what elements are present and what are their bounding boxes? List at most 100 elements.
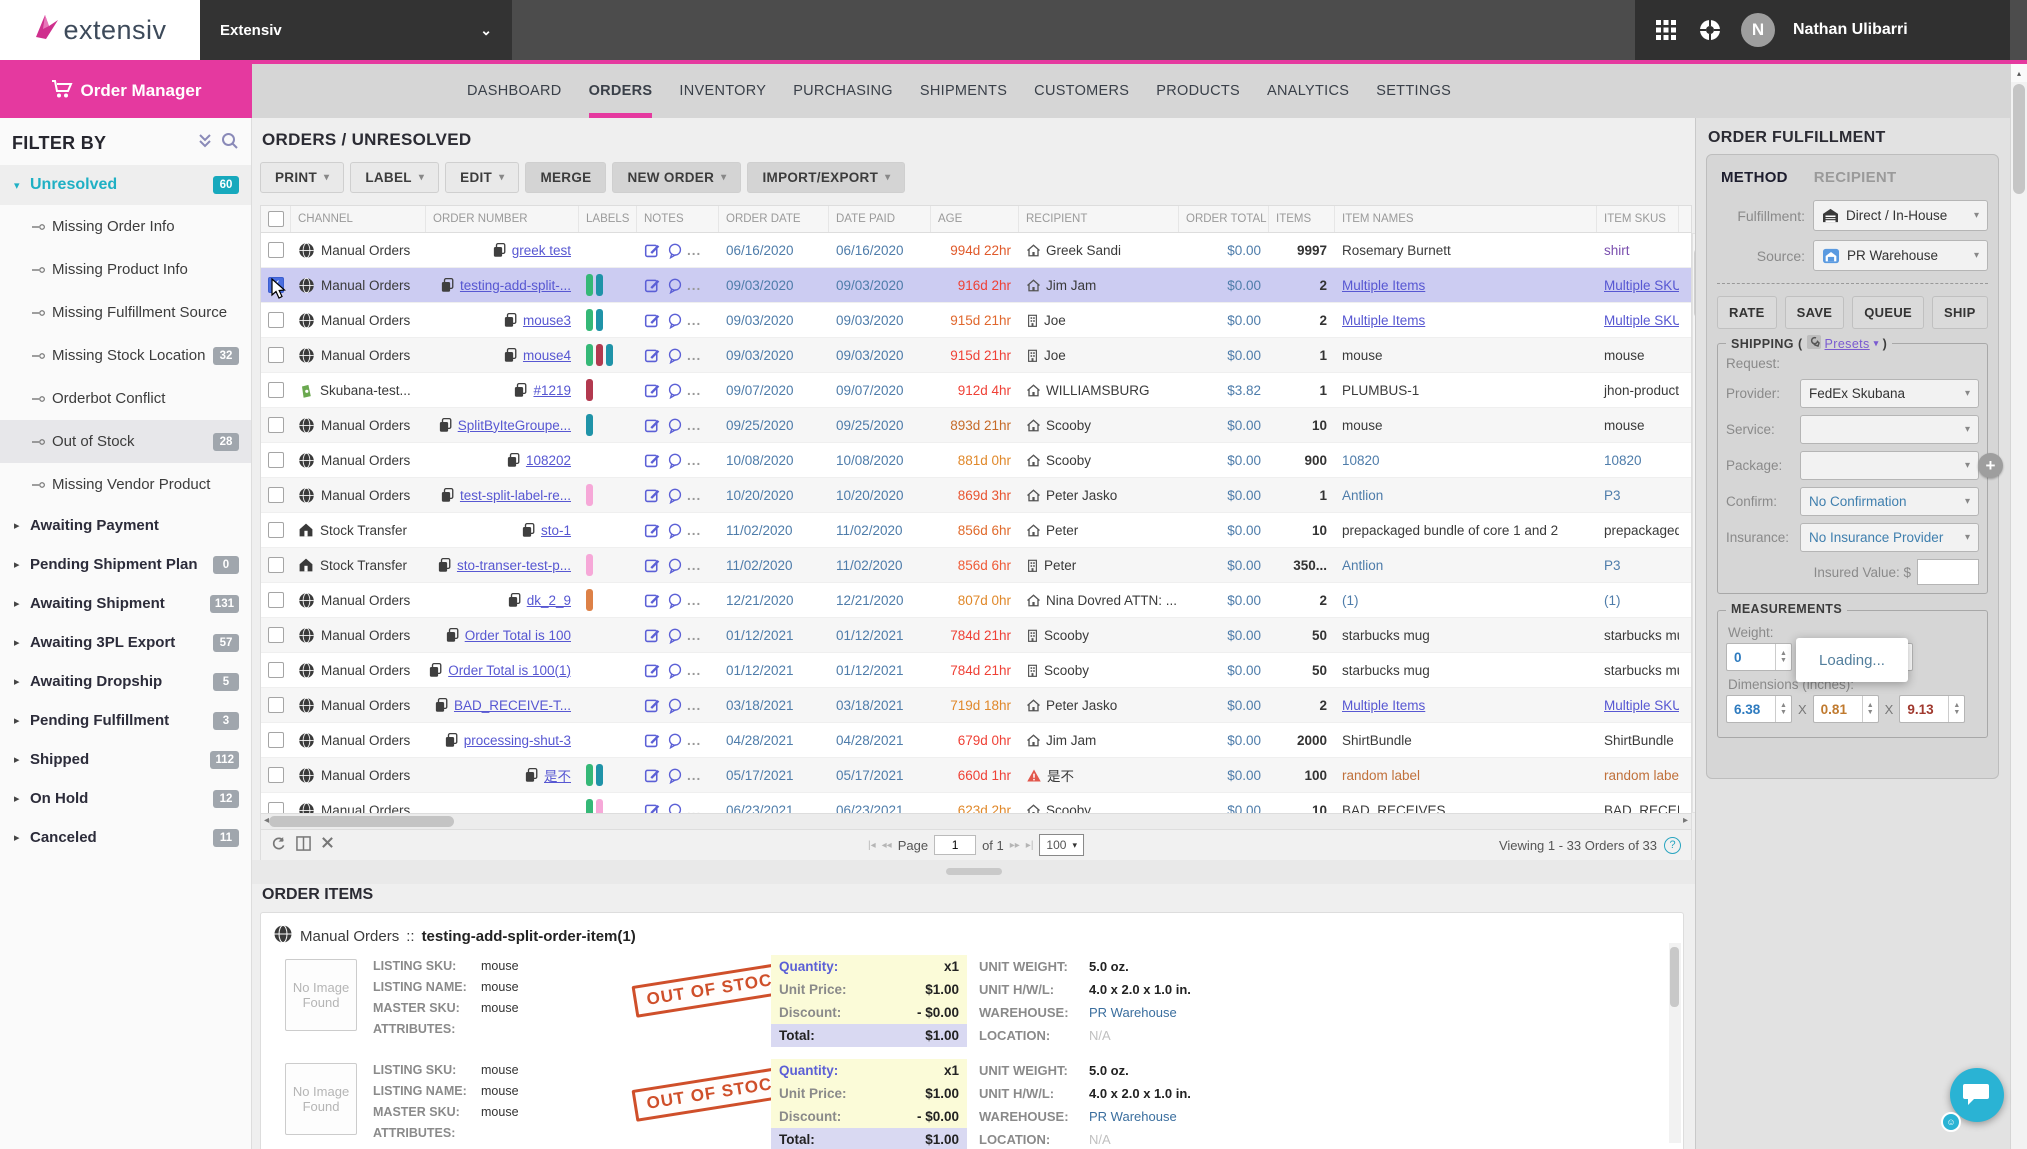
row-checkbox[interactable]	[268, 242, 284, 258]
item-names-link[interactable]: Multiple Items	[1342, 698, 1425, 713]
copy-order-icon[interactable]	[521, 522, 536, 538]
caret-right-icon[interactable]: ▸	[14, 831, 30, 844]
confirm-select[interactable]: No Confirmation▾	[1800, 487, 1979, 516]
more-icon[interactable]: ...	[687, 558, 701, 573]
order-items-scroll-thumb[interactable]	[1670, 947, 1679, 1007]
row-checkbox[interactable]	[268, 382, 284, 398]
order-number-link[interactable]: mouse3	[523, 313, 571, 328]
sidebar-item-missing-vendor-product[interactable]: Missing Vendor Product	[0, 463, 251, 506]
table-row[interactable]: Manual Ordersmouse4...09/03/202009/03/20…	[261, 338, 1691, 373]
help-lifering-icon[interactable]	[1697, 17, 1723, 43]
edit-note-icon[interactable]	[644, 417, 661, 434]
tab-products[interactable]: PRODUCTS	[1156, 64, 1240, 118]
item-names-link[interactable]: Multiple Items	[1342, 313, 1425, 328]
copy-order-icon[interactable]	[434, 697, 449, 713]
column-header-items[interactable]: ITEMS	[1269, 206, 1335, 232]
source-select[interactable]: PR Warehouse▾	[1813, 240, 1988, 271]
column-header-recipient[interactable]: RECIPIENT	[1019, 206, 1179, 232]
fulfillment-tab-recipient[interactable]: RECIPIENT	[1814, 169, 1897, 186]
sidebar-item-awaiting-payment[interactable]: ▸Awaiting Payment	[0, 506, 251, 545]
sidebar-item-missing-fulfillment-source[interactable]: Missing Fulfillment Source	[0, 291, 251, 334]
comment-icon[interactable]	[667, 382, 683, 399]
table-row[interactable]: Manual Ordersgreek test...06/16/202006/1…	[261, 233, 1691, 268]
tab-customers[interactable]: CUSTOMERS	[1034, 64, 1129, 118]
table-row[interactable]: Manual OrdersOrder Total is 100(1)...01/…	[261, 653, 1691, 688]
comment-icon[interactable]	[667, 732, 683, 749]
queue-button[interactable]: QUEUE	[1852, 296, 1924, 329]
provider-select[interactable]: FedEx Skubana▾	[1800, 379, 1979, 408]
more-icon[interactable]: ...	[687, 453, 701, 468]
table-row[interactable]: Manual Orderstest-split-label-re......10…	[261, 478, 1691, 513]
new-order-button[interactable]: NEW ORDER▾	[612, 162, 741, 193]
caret-right-icon[interactable]: ▸	[14, 636, 30, 649]
page-scrollbar[interactable]: ▴	[2010, 64, 2027, 1149]
comment-icon[interactable]	[667, 697, 683, 714]
add-package-button[interactable]: +	[1978, 453, 2003, 478]
comment-icon[interactable]	[667, 347, 683, 364]
user-avatar[interactable]: N	[1741, 13, 1775, 47]
panel-splitter[interactable]	[252, 860, 1695, 884]
edit-note-icon[interactable]	[644, 697, 661, 714]
row-checkbox[interactable]	[268, 312, 284, 328]
copy-order-icon[interactable]	[428, 662, 443, 678]
row-checkbox[interactable]	[268, 697, 284, 713]
tab-inventory[interactable]: INVENTORY	[679, 64, 766, 118]
more-icon[interactable]: ...	[687, 278, 701, 293]
copy-order-icon[interactable]	[492, 242, 507, 258]
sidebar-item-canceled[interactable]: ▸Canceled11	[0, 818, 251, 857]
first-page-icon[interactable]: |◂	[868, 840, 876, 851]
row-checkbox[interactable]	[268, 417, 284, 433]
print-button[interactable]: PRINT▾	[260, 162, 344, 193]
edit-note-icon[interactable]	[644, 802, 661, 814]
more-icon[interactable]: ...	[687, 663, 701, 678]
column-header-order-date[interactable]: ORDER DATE	[719, 206, 829, 232]
chat-mini-badge[interactable]: ☺	[1941, 1112, 1961, 1132]
comment-icon[interactable]	[667, 522, 683, 539]
edit-note-icon[interactable]	[644, 487, 661, 504]
edit-note-icon[interactable]	[644, 277, 661, 294]
chat-button[interactable]	[1950, 1068, 2004, 1122]
column-header-order-number[interactable]: ORDER NUMBER	[426, 206, 579, 232]
wrench-icon[interactable]	[1807, 335, 1821, 352]
order-number-link[interactable]: #1219	[533, 383, 571, 398]
copy-order-icon[interactable]	[440, 277, 455, 293]
table-row[interactable]: Manual Orders是不...05/17/202105/17/202166…	[261, 758, 1691, 793]
app-grid-icon[interactable]	[1653, 17, 1679, 43]
order-number-link[interactable]: SplitByIteGroupe...	[458, 418, 571, 433]
dimension-stepper[interactable]: 0.81▲▼	[1813, 695, 1879, 723]
order-number-link[interactable]: mouse4	[523, 348, 571, 363]
sidebar-item-awaiting-dropship[interactable]: ▸Awaiting Dropship5	[0, 662, 251, 701]
row-checkbox[interactable]	[268, 557, 284, 573]
order-number-link[interactable]: sto-transer-test-p...	[457, 558, 571, 573]
caret-right-icon[interactable]: ▸	[14, 792, 30, 805]
comment-icon[interactable]	[667, 452, 683, 469]
edit-note-icon[interactable]	[644, 347, 661, 364]
dimension-stepper[interactable]: 9.13▲▼	[1899, 695, 1965, 723]
caret-down-icon[interactable]: ▾	[14, 179, 30, 192]
table-row[interactable]: Manual Ordersprocessing-shut-3...04/28/2…	[261, 723, 1691, 758]
column-header-channel[interactable]: CHANNEL	[291, 206, 426, 232]
service-select[interactable]: ▾	[1800, 415, 1979, 444]
caret-right-icon[interactable]: ▸	[14, 519, 30, 532]
column-header-notes[interactable]: NOTES	[637, 206, 719, 232]
per-page-select[interactable]: 100▾	[1039, 834, 1084, 856]
collapse-all-icon[interactable]	[197, 132, 213, 155]
order-items-scrollbar[interactable]	[1669, 943, 1681, 1143]
copy-order-icon[interactable]	[438, 417, 453, 433]
stepper-arrows-icon[interactable]: ▲▼	[1948, 696, 1964, 722]
copy-order-icon[interactable]	[445, 627, 460, 643]
sidebar-item-missing-stock-location[interactable]: Missing Stock Location32	[0, 334, 251, 377]
more-icon[interactable]: ...	[687, 593, 701, 608]
horizontal-scroll-thumb[interactable]	[269, 816, 454, 827]
table-row[interactable]: Manual OrdersSplitByIteGroupe......09/25…	[261, 408, 1691, 443]
app-selector-dropdown[interactable]: Extensiv ⌄	[200, 0, 512, 60]
copy-order-icon[interactable]	[444, 732, 459, 748]
refresh-table-icon[interactable]	[271, 836, 286, 854]
table-row[interactable]: Stock Transfersto-1...11/02/202011/02/20…	[261, 513, 1691, 548]
row-checkbox[interactable]	[268, 522, 284, 538]
comment-icon[interactable]	[667, 592, 683, 609]
copy-order-icon[interactable]	[437, 557, 452, 573]
splitter-handle[interactable]	[946, 868, 1002, 875]
more-icon[interactable]: ...	[687, 313, 701, 328]
tab-shipments[interactable]: SHIPMENTS	[920, 64, 1007, 118]
